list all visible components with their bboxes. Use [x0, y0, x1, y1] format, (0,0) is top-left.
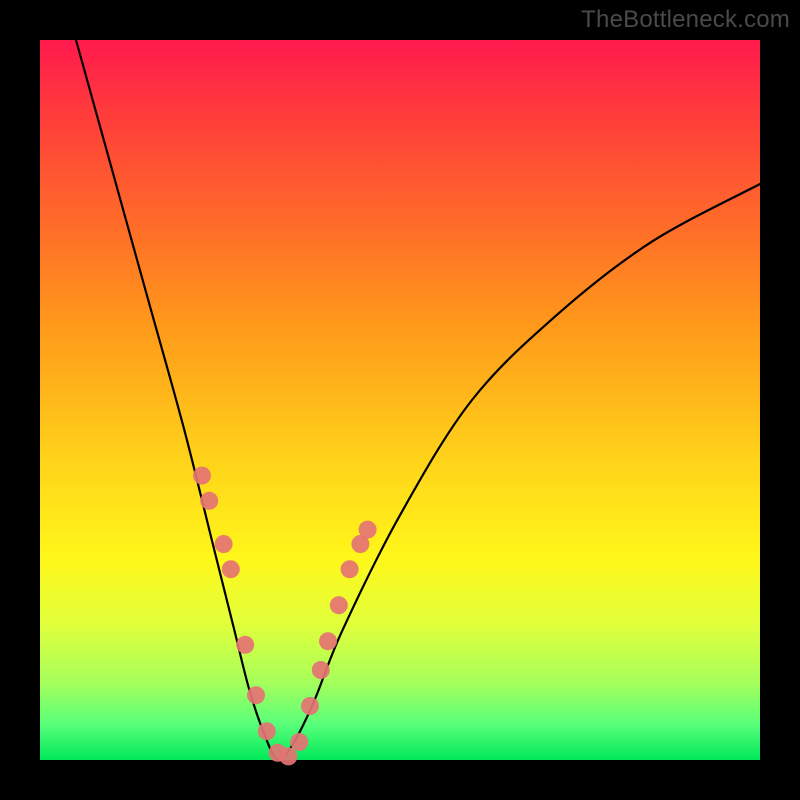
chart-frame: TheBottleneck.com	[0, 0, 800, 800]
highlight-dot	[193, 467, 211, 485]
highlight-dot	[279, 747, 297, 765]
highlight-dot	[258, 722, 276, 740]
watermark-text: TheBottleneck.com	[581, 6, 790, 34]
highlight-dot	[341, 560, 359, 578]
curve-svg	[40, 40, 760, 760]
bottleneck-curve	[76, 40, 760, 760]
highlight-dot	[215, 535, 233, 553]
highlight-dot	[301, 697, 319, 715]
highlight-dot	[319, 632, 337, 650]
highlight-dot	[200, 492, 218, 510]
highlight-dot	[222, 560, 240, 578]
highlight-dot	[290, 733, 308, 751]
highlight-dot	[312, 661, 330, 679]
highlight-dot	[247, 686, 265, 704]
highlight-dot	[359, 521, 377, 539]
highlight-dot	[236, 636, 254, 654]
plot-area	[40, 40, 760, 760]
highlight-dot	[330, 596, 348, 614]
